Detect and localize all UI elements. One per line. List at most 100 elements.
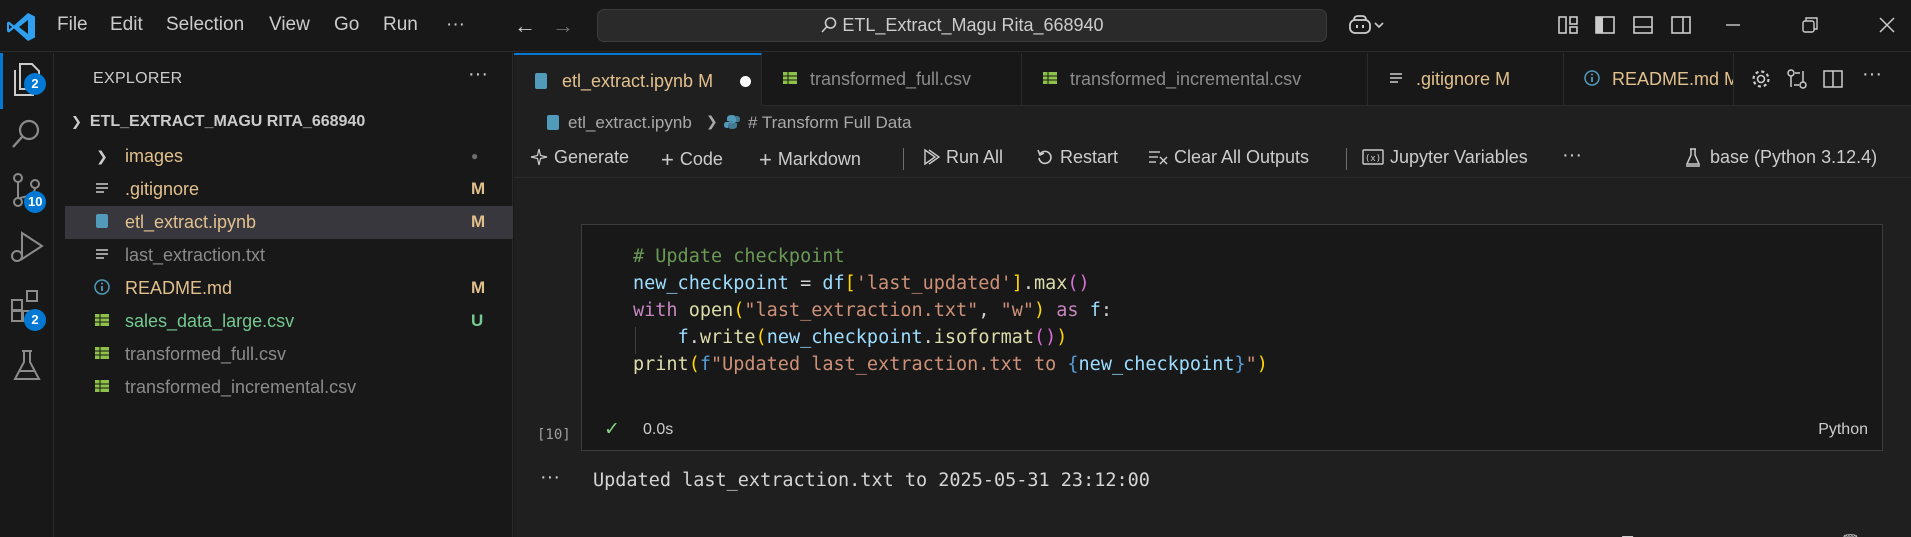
- tab-etl-extract[interactable]: etl_extract.ipynb M: [514, 53, 762, 106]
- explorer-more-button[interactable]: ···: [468, 63, 488, 86]
- compare-changes-icon[interactable]: [1786, 68, 1808, 90]
- run-all-icon: [924, 148, 941, 166]
- menu-file[interactable]: File: [57, 14, 88, 36]
- search-icon: [821, 17, 837, 33]
- svg-text:(x): (x): [1365, 154, 1381, 164]
- cell-language[interactable]: Python: [1818, 421, 1868, 439]
- code-line-4[interactable]: f.write(new_checkpoint.isoformat()): [633, 327, 1068, 348]
- plus-icon: +: [661, 147, 674, 172]
- code-cell[interactable]: # Update checkpoint new_checkpoint = df[…: [581, 224, 1883, 451]
- notebook-editor: # Update checkpoint new_checkpoint = df[…: [514, 178, 1911, 537]
- kernel-flask-icon: [1685, 148, 1701, 167]
- command-center-search[interactable]: ETL_Extract_Magu Rita_668940: [597, 9, 1327, 42]
- more-actions-icon[interactable]: ···: [1797, 533, 1812, 537]
- execute-above-icon[interactable]: ☰: [1621, 533, 1634, 537]
- forward-arrow-icon[interactable]: →: [552, 13, 574, 39]
- tree-item-label: last_extraction.txt: [125, 245, 266, 265]
- tab-label: transformed_full.csv: [810, 69, 972, 89]
- tree-item-label: etl_extract.ipynb: [125, 212, 257, 232]
- tree-item-images[interactable]: ❯ images ●: [65, 140, 513, 173]
- tab-suffix: M: [698, 71, 714, 91]
- menu-view[interactable]: View: [269, 14, 310, 36]
- table-icon: [1042, 70, 1060, 88]
- breadcrumb-section[interactable]: # Transform Full Data: [748, 113, 911, 133]
- run-all-button[interactable]: Run All: [922, 147, 1003, 168]
- workspace-root[interactable]: ❯ ETL_EXTRACT_MAGU RITA_668940: [71, 113, 365, 131]
- clear-outputs-label: Clear All Outputs: [1174, 147, 1310, 167]
- minimize-icon[interactable]: [1722, 14, 1744, 36]
- menu-run[interactable]: Run: [383, 14, 418, 36]
- menu-go[interactable]: Go: [334, 14, 359, 36]
- output-more-button[interactable]: ···: [540, 466, 560, 489]
- python-icon: [724, 115, 740, 129]
- gear-icon[interactable]: [1750, 68, 1772, 90]
- restart-button[interactable]: Restart: [1036, 147, 1118, 168]
- explorer-title: EXPLORER: [93, 70, 183, 87]
- lines-icon: [1388, 70, 1406, 88]
- vscode-logo-icon[interactable]: [4, 10, 38, 44]
- close-window-icon[interactable]: [1876, 14, 1898, 36]
- copilot-icon[interactable]: [1348, 14, 1386, 36]
- run-below-icon[interactable]: ▷: [1697, 533, 1709, 537]
- toggle-primary-sidebar-icon[interactable]: [1594, 14, 1616, 36]
- tab-label: README.md M: [1612, 69, 1733, 90]
- unsaved-dot-icon[interactable]: [740, 76, 751, 87]
- toolbar-more-button[interactable]: ···: [1562, 144, 1582, 167]
- tab-gitignore[interactable]: .gitignore M: [1368, 53, 1564, 106]
- run-all-label: Run All: [946, 147, 1004, 167]
- add-code-cell-button[interactable]: + Code: [661, 147, 723, 173]
- clear-all-outputs-button[interactable]: Clear All Outputs: [1148, 147, 1309, 168]
- code-line-5[interactable]: print(f"Updated last_extraction.txt to {…: [633, 354, 1268, 375]
- tree-item-status: M: [471, 179, 486, 198]
- kernel-picker[interactable]: base (Python 3.12.4): [1684, 147, 1877, 168]
- tree-item-transformed-full[interactable]: transformed_full.csv: [65, 338, 513, 371]
- editor-more-button[interactable]: ···: [1862, 63, 1882, 86]
- cell-toolbar: ☰ ▷ ▷ ▭ ··· 🗑: [1611, 529, 1873, 537]
- title-bar: File Edit Selection View Go Run ··· ← → …: [0, 0, 1911, 52]
- tree-item-etl-extract[interactable]: etl_extract.ipynb M: [65, 206, 513, 239]
- split-editor-icon[interactable]: [1822, 68, 1844, 90]
- variables-icon: (x): [1362, 149, 1384, 165]
- search-icon[interactable]: [8, 115, 46, 153]
- code-line-3[interactable]: with open("last_extraction.txt", "w") as…: [633, 300, 1112, 321]
- toggle-panel-icon[interactable]: [1632, 14, 1654, 36]
- back-arrow-icon[interactable]: ←: [514, 13, 536, 39]
- tree-item-label: sales_data_large.csv: [125, 311, 295, 331]
- tree-item-sales-data[interactable]: sales_data_large.csv U: [65, 305, 513, 338]
- tab-transformed-incremental[interactable]: transformed_incremental.csv: [1022, 53, 1368, 106]
- menu-more[interactable]: ···: [446, 14, 465, 36]
- cell-duration: 0.0s: [643, 421, 674, 438]
- code-line-2[interactable]: new_checkpoint = df['last_updated'].max(…: [633, 273, 1090, 294]
- table-icon: [782, 70, 800, 88]
- search-text: ETL_Extract_Magu Rita_668940: [842, 15, 1104, 35]
- testing-flask-icon[interactable]: [8, 347, 46, 385]
- jupyter-variables-button[interactable]: (x) Jupyter Variables: [1362, 147, 1528, 168]
- customize-layout-icon[interactable]: [1557, 14, 1579, 36]
- editor-tab-bar: etl_extract.ipynb M transformed_full.csv…: [514, 53, 1911, 106]
- run-cell-icon[interactable]: ▷: [1661, 533, 1673, 537]
- code-label: Code: [679, 149, 723, 169]
- notebook-toolbar: Generate + Code + Markdown Run All Restart…: [514, 138, 1911, 178]
- menu-edit[interactable]: Edit: [110, 14, 143, 36]
- tree-item-transformed-incremental[interactable]: transformed_incremental.csv: [65, 371, 513, 404]
- lines-icon: [93, 180, 111, 198]
- run-debug-icon[interactable]: [8, 229, 46, 267]
- tree-item-last-extraction[interactable]: last_extraction.txt: [65, 239, 513, 272]
- tree-item-readme[interactable]: README.md M: [65, 272, 513, 305]
- source-control-badge: 10: [24, 191, 47, 213]
- tree-item-gitignore[interactable]: .gitignore M: [65, 173, 513, 206]
- tree-item-status: M: [471, 278, 486, 297]
- restore-icon[interactable]: [1799, 14, 1821, 36]
- generate-button[interactable]: Generate: [530, 147, 629, 168]
- tree-item-label: README.md: [125, 278, 233, 298]
- tab-readme[interactable]: README.md M: [1564, 53, 1734, 106]
- add-markdown-cell-button[interactable]: + Markdown: [759, 147, 861, 173]
- menu-selection[interactable]: Selection: [166, 14, 244, 36]
- tab-transformed-full[interactable]: transformed_full.csv: [762, 53, 1022, 106]
- split-cell-icon[interactable]: ▭: [1737, 533, 1751, 537]
- toggle-secondary-sidebar-icon[interactable]: [1670, 14, 1692, 36]
- code-line-1[interactable]: # Update checkpoint: [633, 246, 845, 267]
- workspace-root-label: ETL_EXTRACT_MAGU RITA_668940: [89, 113, 366, 130]
- trash-icon[interactable]: 🗑: [1841, 533, 1860, 537]
- breadcrumb-file[interactable]: etl_extract.ipynb: [568, 113, 692, 133]
